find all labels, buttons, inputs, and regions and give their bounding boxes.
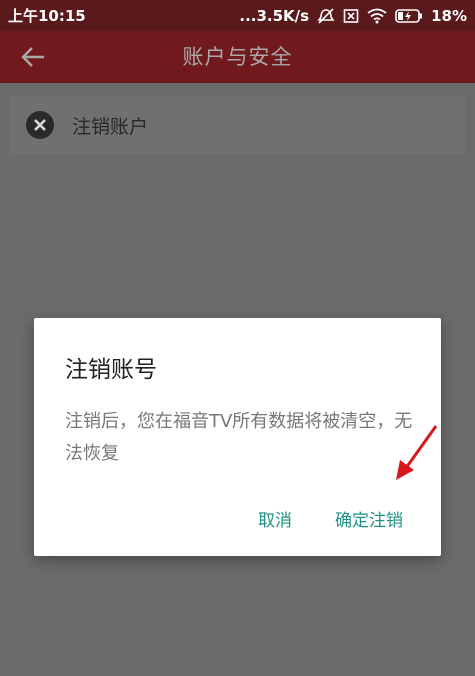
- dialog-title: 注销账号: [65, 357, 157, 383]
- dialog-message: 注销后，您在福音TV所有数据将被清空，无法恢复: [65, 411, 413, 464]
- cancel-button[interactable]: 取消: [258, 506, 292, 531]
- status-time: 上午10:15: [8, 7, 86, 25]
- battery-percent: 18%: [431, 6, 467, 25]
- battery-icon: [395, 8, 423, 24]
- page-title: 账户与安全: [182, 45, 293, 69]
- muted-alarm-icon: [317, 7, 335, 24]
- wifi-icon: [367, 8, 387, 24]
- confirm-delete-button[interactable]: 确定注销: [335, 506, 403, 531]
- status-right: ...3.5K/s 18%: [239, 7, 467, 25]
- app-toolbar: 账户与安全: [0, 31, 475, 83]
- confirm-dialog: 注销账号 注销后，您在福音TV所有数据将被清空，无法恢复 取消 确定注销: [34, 318, 441, 556]
- close-circle-icon: [26, 111, 54, 139]
- list-item-delete-account[interactable]: 注销账户: [10, 96, 465, 154]
- network-speed: ...3.5K/s: [239, 6, 310, 25]
- sim-card-icon: [343, 8, 359, 24]
- annotation-arrow-icon: [396, 425, 438, 480]
- list-item-label: 注销账户: [72, 115, 149, 138]
- status-bar: 上午10:15 ...3.5K/s 18%: [0, 0, 475, 31]
